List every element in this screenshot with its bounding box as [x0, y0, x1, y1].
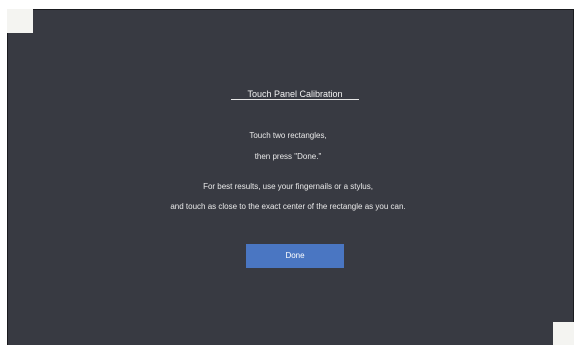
done-button[interactable]: Done — [246, 244, 344, 268]
calibration-title: Touch Panel Calibration — [247, 89, 343, 99]
calibration-title-underline: Touch Panel Calibration — [231, 84, 359, 100]
calibration-screen — [7, 9, 574, 345]
instruction-line-1: Touch two rectangles, — [249, 131, 327, 140]
calibration-target-bottom-right[interactable] — [553, 322, 574, 345]
calibration-target-top-left[interactable] — [7, 9, 33, 33]
instruction-line-2: then press "Done." — [254, 152, 322, 161]
instruction-line-4: and touch as close to the exact center o… — [170, 202, 406, 211]
instruction-line-3: For best results, use your fingernails o… — [203, 182, 373, 191]
